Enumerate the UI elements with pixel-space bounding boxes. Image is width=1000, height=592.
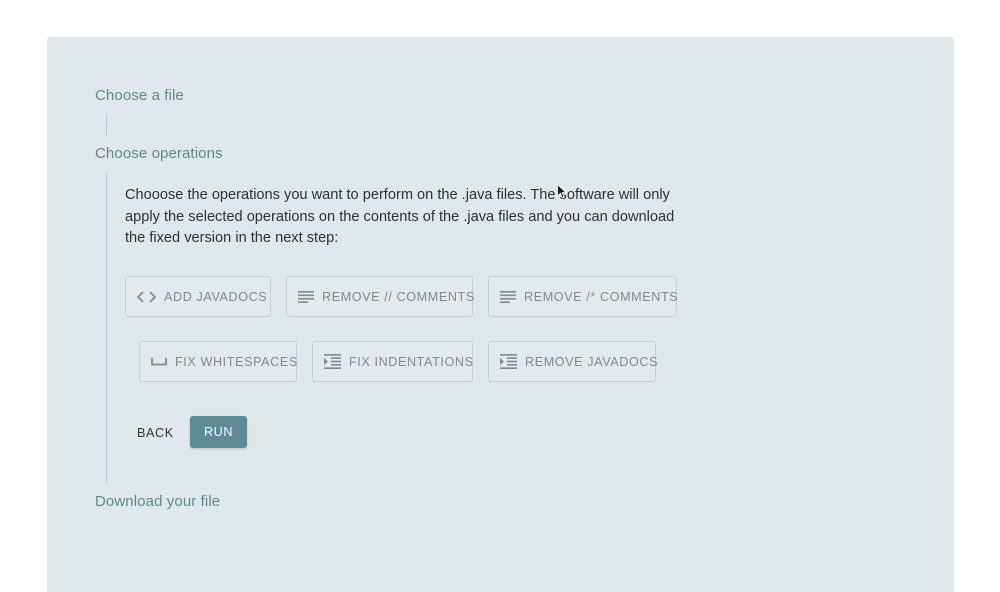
remove-line-comments-button[interactable]: REMOVE // COMMENTS [286,276,475,317]
fix-indentations-label: FIX INDENTATIONS [349,354,474,369]
run-button[interactable]: RUN [190,416,247,448]
code-icon [137,290,156,303]
notes-icon [500,290,516,303]
fix-whitespaces-button[interactable]: FIX WHITESPACES [139,341,297,382]
operations-description: Chooose the operations you want to perfo… [125,187,675,246]
step-title-download-file[interactable]: Download your file [95,493,220,510]
fix-whitespaces-label: FIX WHITESPACES [175,354,298,369]
step-title-choose-operations[interactable]: Choose operations [95,145,223,162]
step-title-choose-file[interactable]: Choose a file [95,87,184,104]
step-connector [106,114,107,135]
space-bar-icon [151,357,167,365]
format-indent-increase-icon [324,354,341,369]
stepper-panel: Choose a file Choose operations Chooose … [47,37,954,592]
mouse-cursor-icon [557,184,567,199]
add-javadocs-button[interactable]: ADD JAVADOCS [125,276,271,317]
remove-javadocs-button[interactable]: REMOVE JAVADOCS [488,341,659,382]
remove-javadocs-label: REMOVE JAVADOCS [525,354,659,369]
format-indent-increase-icon [500,354,517,369]
add-javadocs-label: ADD JAVADOCS [164,289,268,304]
step-connector [106,172,107,484]
fix-indentations-button[interactable]: FIX INDENTATIONS [312,341,473,382]
remove-block-comments-button[interactable]: REMOVE /* COMMENTS [488,276,679,317]
remove-line-comments-label: REMOVE // COMMENTS [322,289,475,304]
back-button[interactable]: BACK [127,422,184,444]
remove-block-comments-label: REMOVE /* COMMENTS [524,289,679,304]
notes-icon [298,290,314,303]
